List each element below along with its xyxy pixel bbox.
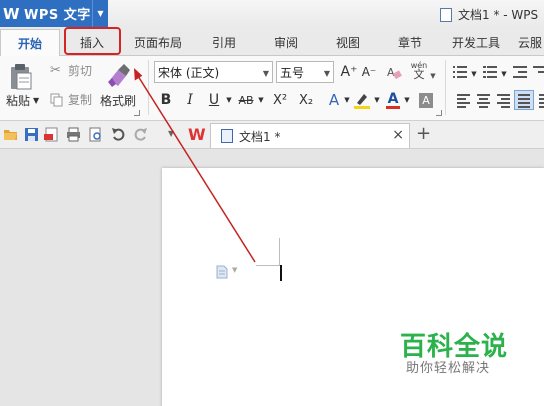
divider [148, 60, 149, 115]
new-tab-button[interactable]: + [416, 123, 431, 144]
format-painter-icon[interactable] [104, 62, 132, 88]
chevron-down-icon[interactable]: ▼ [428, 66, 438, 86]
tab-cloud[interactable]: 云服 [518, 29, 544, 56]
document-icon [221, 129, 233, 143]
justify-icon[interactable] [514, 90, 534, 110]
redo-icon[interactable] [133, 127, 148, 142]
format-painter-button[interactable]: 格式刷 [100, 92, 136, 109]
app-menu-dropdown-icon[interactable]: ▼ [92, 0, 108, 27]
copy-button[interactable]: 复制 [50, 91, 92, 108]
highlighter-icon [354, 94, 370, 109]
chevron-down-icon[interactable]: ▼ [232, 266, 237, 274]
phonetic-guide-button[interactable]: wén 文 [408, 60, 430, 80]
chevron-down-icon[interactable]: ▼ [402, 90, 412, 110]
superscript-button[interactable]: X² [270, 90, 290, 110]
align-left-icon[interactable] [456, 92, 472, 108]
divider [445, 60, 446, 115]
align-right-icon[interactable] [496, 92, 512, 108]
grow-font-button[interactable]: A⁺ [340, 62, 358, 82]
open-folder-icon[interactable] [3, 127, 18, 142]
paste-icon[interactable] [9, 63, 33, 91]
tab-chapter[interactable]: 章节 [388, 29, 432, 56]
tab-view[interactable]: 视图 [326, 29, 370, 56]
font-color-icon: A [387, 90, 399, 107]
clear-format-button[interactable]: A [384, 62, 404, 82]
tab-developer[interactable]: 开发工具 [446, 29, 506, 56]
font-color-swatch [386, 105, 400, 109]
tab-home[interactable]: 开始 [0, 29, 60, 57]
font-size-value: 五号 [280, 65, 305, 80]
paste-dropdown-icon[interactable]: ▼ [33, 96, 39, 105]
app-name: WPS 文字 [24, 8, 91, 23]
increase-indent-icon[interactable] [532, 64, 544, 80]
highlight-button[interactable] [352, 90, 372, 110]
document-tab-label: 文档1 * [239, 129, 281, 144]
distribute-icon[interactable] [538, 92, 544, 108]
numbered-list-icon[interactable] [482, 64, 498, 80]
svg-text:A: A [387, 66, 395, 79]
title-bar: W WPS 文字 ▼ 文档1 * - WPS [0, 0, 544, 29]
print-icon[interactable] [66, 127, 81, 142]
document-icon [440, 7, 452, 22]
copy-icon [50, 93, 63, 106]
document-tab[interactable]: 文档1 * × [210, 123, 410, 148]
chevron-down-icon[interactable]: ▼ [500, 64, 508, 84]
chevron-down-icon[interactable]: ▼ [256, 90, 266, 110]
wps-doc-icon: W [188, 125, 206, 144]
font-family-select[interactable]: 宋体 (正文) ▼ [154, 61, 273, 83]
quick-access-toolbar: ▼ W 文档1 * × + [0, 121, 544, 149]
strikethrough-button[interactable]: AB [236, 90, 256, 110]
font-launcher-icon[interactable] [436, 110, 442, 116]
window-title: 文档1 * - WPS [440, 6, 538, 23]
text-cursor [280, 265, 282, 281]
char-shading-icon: A [419, 92, 433, 108]
chevron-down-icon[interactable]: ▼ [470, 64, 478, 84]
clipboard-launcher-icon[interactable] [134, 110, 140, 116]
underline-button[interactable]: U [206, 90, 222, 110]
chevron-down-icon[interactable]: ▼ [224, 90, 234, 110]
subscript-button[interactable]: X₂ [296, 90, 316, 110]
paste-label: 粘贴 [6, 94, 31, 108]
align-center-icon[interactable] [476, 92, 492, 108]
decrease-indent-icon[interactable] [512, 64, 528, 80]
scissors-icon: ✂ [50, 62, 61, 78]
insert-tab-highlight-box [64, 27, 121, 55]
font-color-button[interactable]: A [384, 90, 402, 110]
paste-button[interactable]: 粘贴 ▼ [6, 92, 39, 109]
chevron-down-icon: ▼ [323, 69, 330, 78]
tab-review[interactable]: 审阅 [264, 29, 308, 56]
save-icon[interactable] [24, 127, 39, 142]
close-icon[interactable]: × [392, 127, 404, 143]
clear-format-icon: A [387, 66, 402, 80]
page-margin-marker [256, 238, 280, 266]
chevron-down-icon[interactable]: ▼ [372, 90, 382, 110]
bullet-list-icon[interactable] [452, 64, 468, 80]
text-effect-icon[interactable]: A [324, 90, 344, 110]
italic-button[interactable]: I [182, 90, 198, 110]
paragraph-layout-icon[interactable] [216, 265, 228, 279]
cut-button[interactable]: ✂ 剪切 [50, 62, 92, 79]
tab-references[interactable]: 引用 [202, 29, 246, 56]
bold-button[interactable]: B [158, 90, 174, 110]
customize-toolbar-icon[interactable]: ▼ [168, 129, 174, 138]
chevron-down-icon: ▼ [262, 69, 269, 78]
phonetic-guide-bottom: 文 [413, 68, 425, 81]
font-size-select[interactable]: 五号 ▼ [276, 61, 334, 83]
char-shading-button[interactable]: A [418, 90, 434, 110]
watermark-subtitle: 助你轻松解决 [406, 361, 491, 376]
shrink-font-button[interactable]: A⁻ [360, 62, 378, 82]
wps-logo-icon: W [3, 4, 20, 23]
ribbon-home: 粘贴 ▼ ✂ 剪切 复制 格式刷 宋体 (正文) ▼ 五号 ▼ A⁺ A⁻ A … [0, 56, 544, 121]
font-family-value: 宋体 (正文) [158, 65, 220, 80]
print-preview-icon[interactable] [88, 127, 103, 142]
app-menu-button[interactable]: W WPS 文字 ▼ [0, 0, 108, 27]
export-pdf-icon[interactable] [44, 127, 59, 142]
copy-label: 复制 [68, 93, 93, 107]
chevron-down-icon[interactable]: ▼ [342, 90, 352, 110]
undo-icon[interactable] [111, 127, 126, 142]
tab-page-layout[interactable]: 页面布局 [128, 29, 188, 56]
cut-label: 剪切 [68, 64, 93, 78]
window-title-text: 文档1 * - WPS [458, 8, 539, 22]
